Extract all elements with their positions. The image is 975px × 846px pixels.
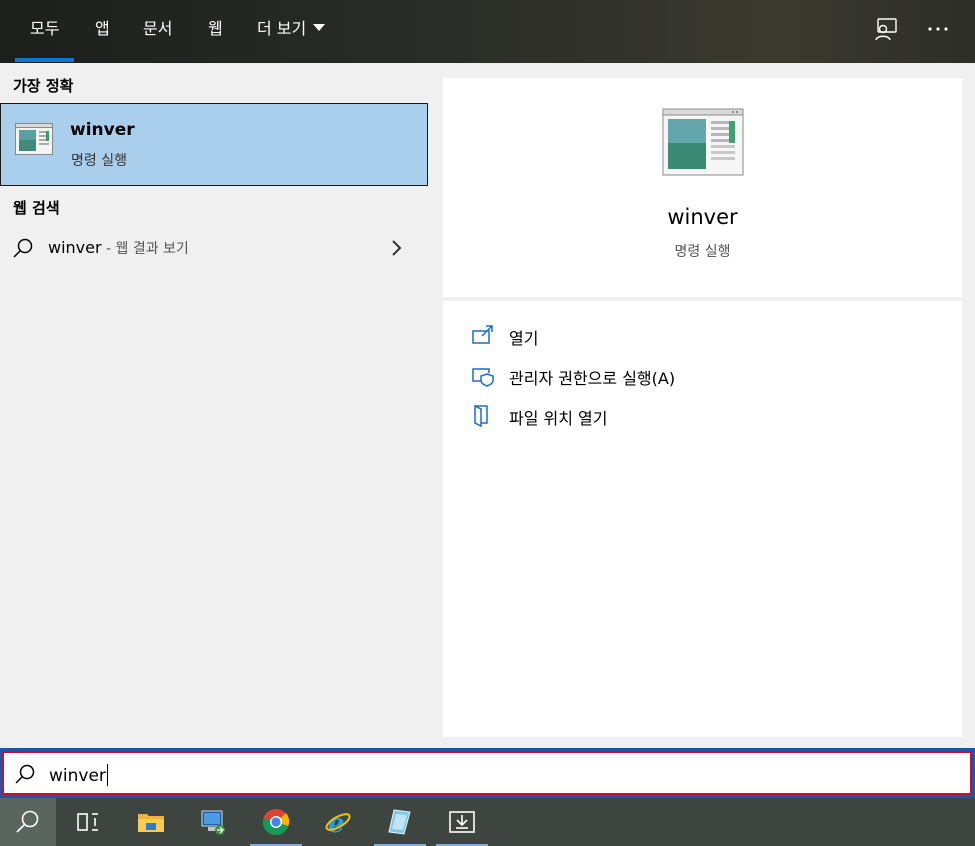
web-search-text: winver - 웹 결과 보기 <box>48 238 189 258</box>
web-search-heading: 웹 검색 <box>13 199 60 217</box>
more-options-icon[interactable] <box>926 16 952 42</box>
tab-all[interactable]: 모두 <box>14 0 76 63</box>
feedback-icon[interactable] <box>873 16 899 42</box>
detail-title: winver <box>667 205 738 229</box>
action-open-label: 열기 <box>509 329 539 348</box>
tab-web[interactable]: 웹 <box>208 0 223 63</box>
taskbar: e <box>0 798 975 846</box>
best-match-subtitle: 명령 실행 <box>71 153 127 169</box>
search-icon <box>13 238 33 258</box>
chrome-icon <box>262 809 290 835</box>
tab-more-label: 더 보기 <box>257 19 307 38</box>
web-search-result[interactable]: winver - 웹 결과 보기 <box>0 228 428 268</box>
taskbar-search-button[interactable] <box>0 798 56 846</box>
action-open-file-location-label: 파일 위치 열기 <box>509 409 608 428</box>
tab-more[interactable]: 더 보기 <box>257 0 326 63</box>
internet-explorer-icon: e <box>325 809 351 836</box>
action-open-file-location[interactable]: 파일 위치 열기 <box>471 402 931 430</box>
action-run-as-admin[interactable]: 관리자 권한으로 실행(A) <box>471 362 931 390</box>
network-icon <box>201 810 225 835</box>
web-search-suffix: - 웹 결과 보기 <box>101 241 189 257</box>
tab-apps[interactable]: 앱 <box>95 0 110 63</box>
task-view-button[interactable] <box>60 798 116 846</box>
action-run-as-admin-label: 관리자 권한으로 실행(A) <box>509 369 676 388</box>
results-panel: 가장 정확 winver 명령 실행 웹 검색 winver - 웹 결과 보기 <box>0 63 428 748</box>
best-match-title: winver <box>70 120 135 140</box>
file-explorer-button[interactable] <box>123 798 179 846</box>
detail-subtitle: 명령 실행 <box>674 244 731 260</box>
open-icon <box>472 325 493 344</box>
best-match-item[interactable]: winver 명령 실행 <box>0 103 428 186</box>
winver-large-icon <box>662 108 744 176</box>
download-button[interactable] <box>434 798 490 846</box>
search-input[interactable]: winver <box>2 751 972 795</box>
best-match-heading: 가장 정확 <box>13 77 74 95</box>
notepad-icon <box>388 809 411 835</box>
caret-down-icon <box>313 24 326 31</box>
file-explorer-icon <box>138 814 164 832</box>
chevron-right-icon[interactable] <box>390 239 404 257</box>
chrome-button[interactable] <box>248 798 304 846</box>
detail-actions: 열기 관리자 권한으로 실행(A) 파일 위치 열기 <box>443 301 962 737</box>
winver-app-icon <box>15 123 53 155</box>
search-text: winver <box>49 766 106 786</box>
search-bar: winver <box>0 748 975 798</box>
task-view-icon <box>77 813 98 831</box>
internet-explorer-button[interactable]: e <box>310 798 366 846</box>
detail-header: winver 명령 실행 <box>443 78 962 297</box>
web-search-query: winver <box>48 238 102 257</box>
open-file-location-icon <box>474 404 488 428</box>
top-tab-bar: 모두 앱 문서 웹 더 보기 <box>0 0 975 63</box>
download-icon <box>449 811 475 833</box>
run-as-admin-icon <box>472 368 494 387</box>
search-icon <box>16 810 39 833</box>
action-open[interactable]: 열기 <box>471 322 931 350</box>
search-icon <box>15 764 35 784</box>
tab-documents[interactable]: 문서 <box>143 0 172 63</box>
notepad-button[interactable] <box>372 798 428 846</box>
search-input-value: winver <box>49 764 108 786</box>
network-button[interactable] <box>185 798 241 846</box>
text-cursor <box>106 764 108 786</box>
